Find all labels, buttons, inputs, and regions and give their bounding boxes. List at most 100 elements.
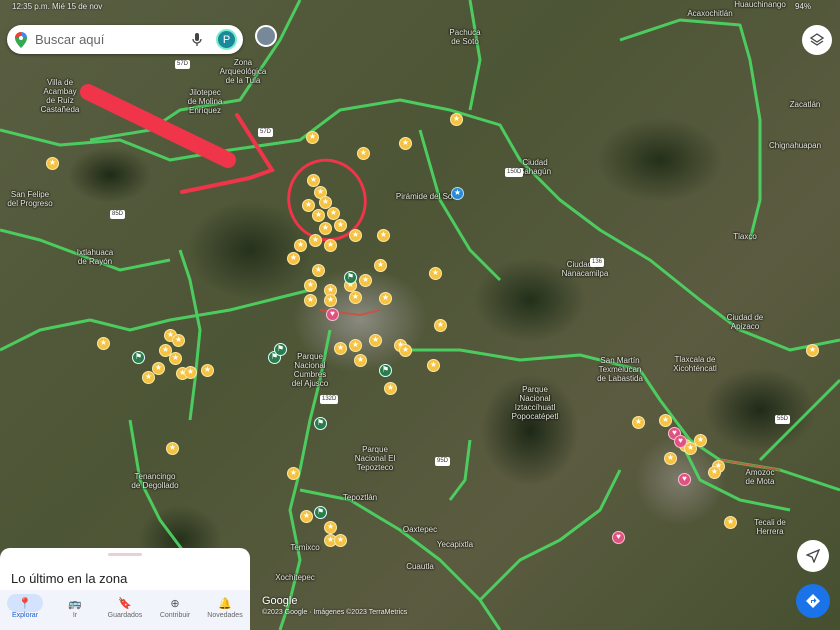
star-place-marker[interactable]: ★ [324,521,337,534]
place-label[interactable]: Parque Nacional Cumbres del Ajusco [280,352,340,388]
park-marker[interactable]: ⚑ [314,506,327,519]
place-label[interactable]: Parque Nacional Iztaccíhuatl Popocatépet… [505,385,565,421]
landmark-marker[interactable]: ★ [451,187,464,200]
satellite-map[interactable]: Villa de Acambay de Ruíz Castañeda Jilote… [0,0,840,630]
nav-explorar[interactable]: 📍 Explorar [0,590,50,630]
star-place-marker[interactable]: ★ [806,344,819,357]
place-label[interactable]: Xochitepec [265,573,325,582]
heart-place-marker[interactable]: ♥ [674,435,687,448]
star-place-marker[interactable]: ★ [379,292,392,305]
bottom-sheet[interactable]: Lo último en la zona 📍 Explorar 🚌 Ir 🔖 Guar… [0,548,250,630]
place-label[interactable]: Amozoc de Mota [730,468,790,486]
place-label[interactable]: Tlaxco [715,232,775,241]
star-place-marker[interactable]: ★ [327,207,340,220]
place-label[interactable]: Ixtlahuaca de Rayón [65,248,125,266]
star-place-marker[interactable]: ★ [349,229,362,242]
place-label[interactable]: San Felipe del Progreso [0,190,60,208]
layers-button[interactable] [802,25,832,55]
sheet-drag-handle[interactable] [108,553,142,556]
account-avatar[interactable]: P [216,29,237,50]
park-marker[interactable]: ⚑ [314,417,327,430]
nav-contribuir[interactable]: ⊕ Contribuir [150,590,200,630]
heart-place-marker[interactable]: ♥ [678,473,691,486]
directions-button[interactable] [796,584,830,618]
place-label[interactable]: Tlaxcala de Xicohténcatl [665,355,725,373]
place-label[interactable]: Villa de Acambay de Ruíz Castañeda [30,78,90,114]
star-place-marker[interactable]: ★ [349,291,362,304]
place-label[interactable]: Ciudad de Nanacamilpa [555,260,615,278]
place-label[interactable]: Cuautla [390,562,450,571]
place-label[interactable]: Tecali de Herrera [740,518,800,536]
star-place-marker[interactable]: ★ [434,319,447,332]
star-place-marker[interactable]: ★ [377,229,390,242]
heart-place-marker[interactable]: ♥ [326,308,339,321]
place-thumbnail[interactable] [255,25,277,47]
park-marker[interactable]: ⚑ [132,351,145,364]
star-place-marker[interactable]: ★ [429,267,442,280]
star-place-marker[interactable]: ★ [287,252,300,265]
place-label[interactable]: Pachuca de Soto [435,28,495,46]
star-place-marker[interactable]: ★ [97,337,110,350]
place-label[interactable]: Oaxtepec [390,525,450,534]
star-place-marker[interactable]: ★ [427,359,440,372]
star-place-marker[interactable]: ★ [166,442,179,455]
star-place-marker[interactable]: ★ [369,334,382,347]
star-place-marker[interactable]: ★ [374,259,387,272]
nav-guardados[interactable]: 🔖 Guardados [100,590,150,630]
search-bar[interactable]: Buscar aquí P [7,25,243,54]
star-place-marker[interactable]: ★ [694,434,707,447]
star-place-marker[interactable]: ★ [357,147,370,160]
star-place-marker[interactable]: ★ [384,382,397,395]
star-place-marker[interactable]: ★ [169,352,182,365]
star-place-marker[interactable]: ★ [324,239,337,252]
star-place-marker[interactable]: ★ [142,371,155,384]
star-place-marker[interactable]: ★ [399,137,412,150]
star-place-marker[interactable]: ★ [46,157,59,170]
star-place-marker[interactable]: ★ [172,334,185,347]
place-label[interactable]: Parque Nacional El Tepozteco [345,445,405,472]
star-place-marker[interactable]: ★ [184,366,197,379]
nav-ir[interactable]: 🚌 Ir [50,590,100,630]
star-place-marker[interactable]: ★ [659,414,672,427]
star-place-marker[interactable]: ★ [708,466,721,479]
park-marker[interactable]: ⚑ [274,343,287,356]
search-input[interactable]: Buscar aquí [35,32,192,47]
star-place-marker[interactable]: ★ [304,279,317,292]
place-label[interactable]: Jilotepec de Molina Enríquez [175,88,235,115]
microphone-icon[interactable] [192,32,202,47]
star-place-marker[interactable]: ★ [294,239,307,252]
star-place-marker[interactable]: ★ [334,219,347,232]
place-label[interactable]: Pirámide del Sol [395,192,455,201]
place-label[interactable]: Huauchinango [730,0,790,9]
star-place-marker[interactable]: ★ [306,131,319,144]
star-place-marker[interactable]: ★ [334,342,347,355]
nav-novedades[interactable]: 🔔 Novedades [200,590,250,630]
place-label[interactable]: Ciudad de Apizaco [715,313,775,331]
heart-place-marker[interactable]: ♥ [612,531,625,544]
star-place-marker[interactable]: ★ [450,113,463,126]
star-place-marker[interactable]: ★ [632,416,645,429]
star-place-marker[interactable]: ★ [334,534,347,547]
star-place-marker[interactable]: ★ [359,274,372,287]
star-place-marker[interactable]: ★ [312,209,325,222]
star-place-marker[interactable]: ★ [309,234,322,247]
star-place-marker[interactable]: ★ [349,339,362,352]
star-place-marker[interactable]: ★ [201,364,214,377]
place-label[interactable]: Zacatlán [775,100,835,109]
star-place-marker[interactable]: ★ [354,354,367,367]
place-label[interactable]: San Martín Texmelucan de Labastida [590,356,650,383]
park-marker[interactable]: ⚑ [344,271,357,284]
star-place-marker[interactable]: ★ [287,467,300,480]
place-label[interactable]: Acaxochitlán [680,9,740,18]
star-place-marker[interactable]: ★ [304,294,317,307]
star-place-marker[interactable]: ★ [307,174,320,187]
star-place-marker[interactable]: ★ [300,510,313,523]
place-label[interactable]: Chignahuapan [765,141,825,150]
place-label[interactable]: Tepoztlán [330,493,390,502]
place-label[interactable]: Tenancingo de Degollado [125,472,185,490]
star-place-marker[interactable]: ★ [399,344,412,357]
star-place-marker[interactable]: ★ [724,516,737,529]
place-label[interactable]: Zona Arqueológica de la Tula [213,58,273,85]
star-place-marker[interactable]: ★ [664,452,677,465]
my-location-button[interactable] [797,540,829,572]
